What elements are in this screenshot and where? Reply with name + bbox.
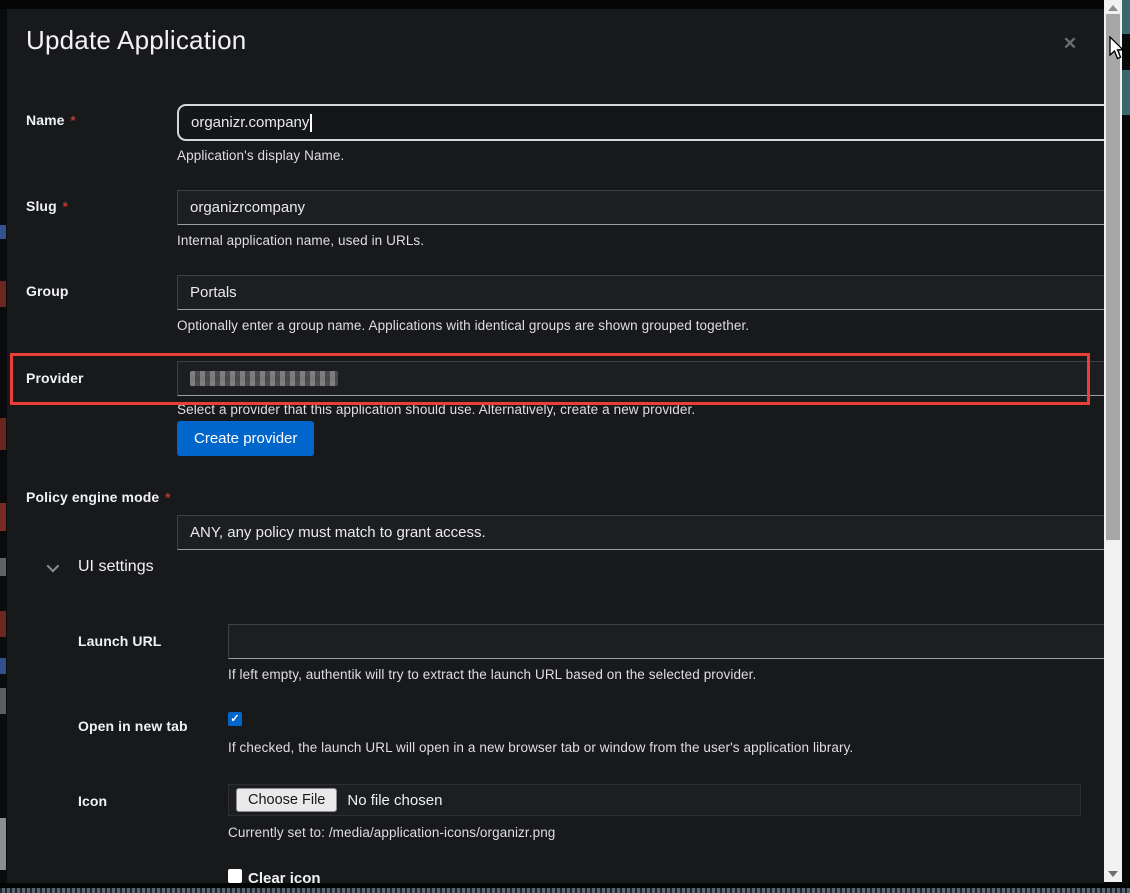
required-asterisk: * [165,490,170,505]
file-chosen-status: No file chosen [347,792,442,809]
scroll-up-icon[interactable] [1108,5,1118,11]
background-page-sliver [0,0,7,893]
clear-icon-checkbox[interactable] [228,869,242,883]
backdrop-speck [1122,70,1130,115]
launch-url-label: Launch URL [78,633,161,649]
backdrop-speck [0,688,6,714]
ui-settings-section-toggle[interactable]: UI settings [47,558,154,576]
backdrop-speck [0,558,6,576]
backdrop-speck [0,225,6,239]
window-right-edge [1122,0,1130,893]
launch-url-input[interactable] [228,624,1130,659]
backdrop-speck [0,281,6,307]
backdrop-speck [0,503,6,531]
backdrop-speck [0,818,6,870]
provider-select[interactable] [177,361,1130,396]
required-asterisk: * [71,113,76,128]
close-icon[interactable]: ✕ [1057,31,1083,57]
launch-url-help-text: If left empty, authentik will try to ext… [228,667,756,682]
chevron-down-icon [47,559,60,572]
scroll-down-icon[interactable] [1108,871,1118,877]
backdrop-speck [0,658,6,674]
required-asterisk: * [63,199,68,214]
backdrop-speck [0,611,6,637]
provider-field-label: Provider [26,370,84,386]
backdrop-speck [1122,0,1130,34]
backdrop-speck [0,418,6,450]
group-field-label: Group [26,283,69,299]
icon-field-label: Icon [78,793,107,809]
slug-field-label: Slug* [26,198,68,214]
create-provider-button[interactable]: Create provider [177,421,314,456]
group-help-text: Optionally enter a group name. Applicati… [177,318,749,333]
slug-help-text: Internal application name, used in URLs. [177,233,424,248]
icon-file-input[interactable]: Choose File No file chosen [228,784,1081,816]
name-input[interactable]: organizr.company [177,104,1130,141]
text-cursor [310,114,312,132]
name-field-label: Name* [26,112,76,128]
open-in-new-tab-checkbox[interactable]: ✓ [228,712,242,726]
open-in-new-tab-label: Open in new tab [78,718,188,734]
redacted-provider-value [190,371,338,386]
update-application-modal: Update Application ✕ Name* organizr.comp… [7,9,1104,893]
open-in-new-tab-help-text: If checked, the launch URL will open in … [228,740,853,755]
modal-title: Update Application [26,25,246,56]
icon-help-text: Currently set to: /media/application-ico… [228,825,555,840]
mouse-cursor [1109,36,1126,61]
group-input[interactable]: Portals [177,275,1130,310]
name-help-text: Application's display Name. [177,148,344,163]
page-top-edge [0,0,1104,9]
ui-settings-section-label: UI settings [78,558,154,576]
vertical-scrollbar[interactable] [1104,0,1122,882]
policy-engine-mode-label: Policy engine mode* [26,489,170,505]
provider-help-text: Select a provider that this application … [177,402,695,417]
policy-engine-mode-select[interactable]: ANY, any policy must match to grant acce… [177,515,1130,550]
scrollbar-thumb[interactable] [1106,14,1120,540]
choose-file-button[interactable]: Choose File [236,788,337,812]
slug-input[interactable]: organizrcompany [177,190,1130,225]
window-bottom-dotted-edge [0,888,1130,893]
